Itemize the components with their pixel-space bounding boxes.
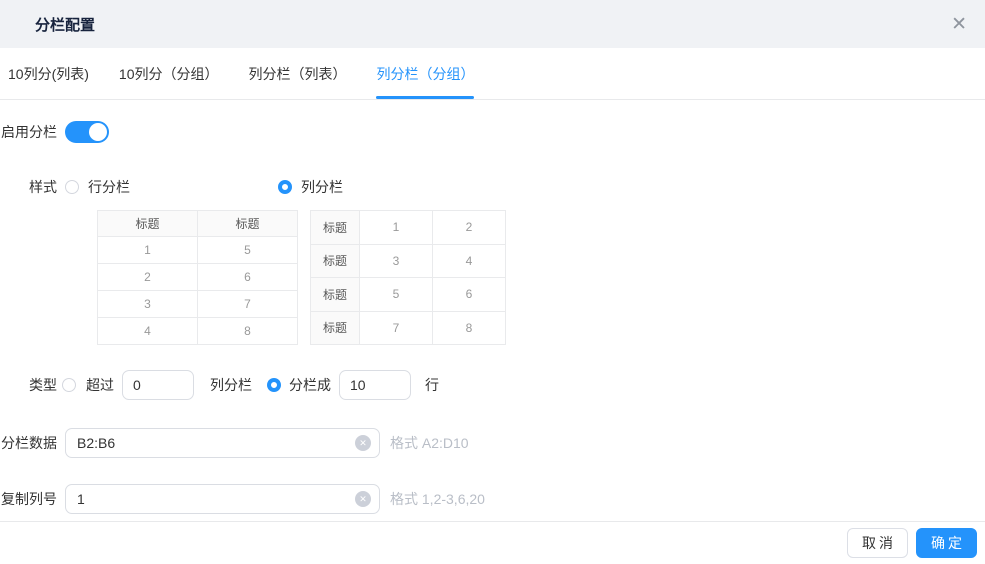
type-label: 类型	[29, 377, 57, 393]
data-range-row: 分栏数据 ✕ 格式 A2:D10	[0, 428, 985, 458]
enable-label: 启用分栏	[1, 124, 57, 140]
row-header-cell: 标题	[310, 243, 360, 278]
table-cell: 4	[97, 317, 198, 345]
col-split-preview-table: 标题 1 2 标题 3 4 标题 5 6 标题 7 8	[310, 210, 506, 345]
table-cell: 1	[359, 210, 433, 245]
style-option-row[interactable]: 行分栏	[65, 177, 278, 197]
style-option-row-label: 行分栏	[88, 179, 130, 195]
table-cell: 8	[197, 317, 298, 345]
copy-cols-input-wrap: ✕	[65, 484, 380, 514]
clear-icon[interactable]: ✕	[355, 435, 371, 451]
table-row: 标题 7 8	[310, 310, 506, 345]
copy-cols-hint: 格式 1,2-3,6,20	[390, 491, 485, 507]
data-range-input[interactable]	[65, 428, 380, 458]
type-over-suffix: 列分栏	[210, 377, 252, 393]
clear-icon[interactable]: ✕	[355, 491, 371, 507]
data-range-input-wrap: ✕	[65, 428, 380, 458]
copy-cols-input[interactable]	[65, 484, 380, 514]
type-into-label: 分栏成	[289, 377, 331, 393]
style-option-col[interactable]: 列分栏	[278, 177, 343, 197]
table-cell: 8	[432, 310, 506, 345]
column-config-dialog: 分栏配置 ✕ 10列分(列表) 10列分（分组） 列分栏（列表） 列分栏（分组）…	[0, 0, 985, 564]
table-row: 4 8	[97, 317, 298, 345]
tab-10-col-list[interactable]: 10列分(列表)	[8, 48, 89, 99]
table-row: 3 7	[97, 290, 298, 318]
tab-col-split-list[interactable]: 列分栏（列表）	[248, 48, 346, 99]
table-cell: 3	[359, 243, 433, 278]
table-cell: 2	[432, 210, 506, 245]
style-row: 样式 行分栏 列分栏	[0, 177, 985, 197]
dialog-body: 启用分栏 样式 行分栏 列分栏 标题 标题 1 5 2 6 3 7 4 8 标题…	[0, 121, 985, 514]
table-cell: 2	[97, 263, 198, 291]
data-range-label: 分栏数据	[1, 435, 57, 451]
tab-bar: 10列分(列表) 10列分（分组） 列分栏（列表） 列分栏（分组）	[0, 48, 985, 100]
table-cell: 7	[359, 310, 433, 345]
radio-over-icon[interactable]	[62, 378, 76, 392]
radio-col-split-icon[interactable]	[278, 180, 292, 194]
cancel-button[interactable]: 取消	[847, 528, 908, 558]
header-cell: 标题	[97, 210, 198, 237]
table-cell: 7	[197, 290, 298, 318]
data-range-hint: 格式 A2:D10	[390, 435, 469, 451]
style-option-col-label: 列分栏	[301, 179, 343, 195]
type-row: 类型 超过 列分栏 分栏成 行	[0, 370, 985, 400]
style-label: 样式	[29, 179, 57, 195]
table-row: 标题 5 6	[310, 277, 506, 312]
toggle-knob	[89, 123, 107, 141]
copy-cols-row: 复制列号 ✕ 格式 1,2-3,6,20	[0, 484, 985, 514]
table-header-row: 标题 标题	[97, 210, 298, 237]
tab-col-split-group[interactable]: 列分栏（分组）	[376, 48, 475, 99]
table-cell: 5	[359, 277, 433, 312]
split-into-count-input[interactable]	[339, 370, 411, 400]
close-icon[interactable]: ✕	[951, 15, 967, 34]
over-count-input[interactable]	[122, 370, 194, 400]
table-row: 标题 3 4	[310, 243, 506, 278]
table-row: 标题 1 2	[310, 210, 506, 245]
type-into-suffix: 行	[425, 377, 439, 393]
row-header-cell: 标题	[310, 210, 360, 245]
table-cell: 4	[432, 243, 506, 278]
row-header-cell: 标题	[310, 277, 360, 312]
enable-toggle[interactable]	[65, 121, 109, 143]
dialog-header: 分栏配置 ✕	[0, 0, 985, 48]
type-over-label: 超过	[86, 377, 114, 393]
radio-row-split-icon[interactable]	[65, 180, 79, 194]
table-row: 1 5	[97, 236, 298, 264]
dialog-footer: 取消 确定	[0, 521, 985, 564]
table-cell: 1	[97, 236, 198, 264]
table-row: 2 6	[97, 263, 298, 291]
row-split-preview-table: 标题 标题 1 5 2 6 3 7 4 8	[97, 210, 298, 345]
radio-split-into-icon[interactable]	[267, 378, 281, 392]
table-cell: 5	[197, 236, 298, 264]
table-cell: 3	[97, 290, 198, 318]
copy-cols-label: 复制列号	[1, 491, 57, 507]
enable-row: 启用分栏	[0, 121, 985, 143]
dialog-title: 分栏配置	[35, 16, 96, 34]
header-cell: 标题	[197, 210, 298, 237]
tab-10-col-group[interactable]: 10列分（分组）	[119, 48, 219, 99]
table-cell: 6	[432, 277, 506, 312]
table-cell: 6	[197, 263, 298, 291]
preview-tables: 标题 标题 1 5 2 6 3 7 4 8 标题 1 2 标题 3 4 标题 5…	[97, 210, 985, 345]
confirm-button[interactable]: 确定	[916, 528, 977, 558]
row-header-cell: 标题	[310, 310, 360, 345]
